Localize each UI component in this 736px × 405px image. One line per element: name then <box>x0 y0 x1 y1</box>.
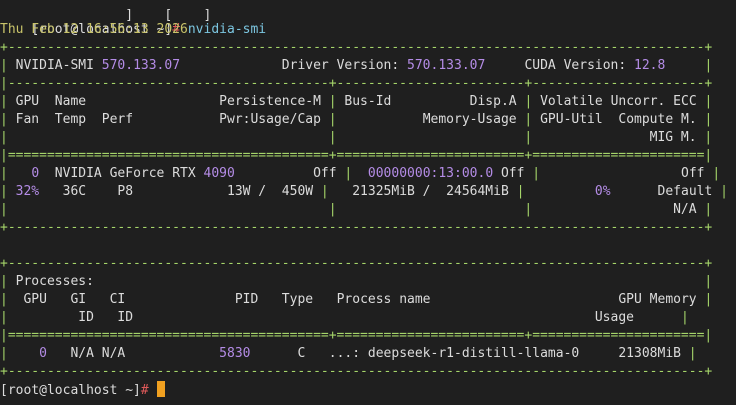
power-usage: 13W / 450W <box>227 184 314 199</box>
temperature: 36C <box>62 184 87 199</box>
column-header-row-2: | Fan Temp Perf Pwr:Usage/Cap | Memory-U… <box>0 112 713 127</box>
processes-separator: |=======================================… <box>0 328 713 343</box>
processes-header-row-2: | ID ID Usage | <box>0 310 689 325</box>
process-memory: 21308MiB <box>618 346 681 361</box>
memory-total: 24564MiB <box>446 184 509 199</box>
driver-label: Driver Version: <box>281 58 400 73</box>
gpu-row-2: | 32% 36C P8 13W / 450W | 21325MiB / 245… <box>0 184 728 199</box>
processes-title-row: | Processes: | <box>0 274 713 289</box>
command-line: [root@localhost ~]# nvidia-smi <box>0 3 266 37</box>
table-separator: |---------------------------------------… <box>0 76 713 91</box>
driver-version: 570.133.07 <box>407 58 486 73</box>
smi-label: NVIDIA-SMI <box>15 58 94 73</box>
display-active: Off <box>500 166 525 181</box>
process-ci: N/A <box>101 346 126 361</box>
gpu-index: 0 <box>31 166 40 181</box>
prompt-symbol: # <box>140 383 149 398</box>
processes-border-top: +---------------------------------------… <box>0 256 713 271</box>
gpu-name: NVIDIA GeForce RTX <box>54 166 196 181</box>
process-pid: 5830 <box>219 346 251 361</box>
process-name: ...: deepseek-r1-distill-llama-0 <box>328 346 580 361</box>
gpu-model: 4090 <box>203 166 235 181</box>
persistence-mode: Off <box>313 166 337 181</box>
table-border-top: +---------------------------------------… <box>0 40 713 55</box>
column-header-row-3: | | | MIG M. | <box>0 130 713 145</box>
memory-used: 21325MiB <box>352 184 415 199</box>
prompt: [root@localhost ~] <box>0 383 141 398</box>
cuda-version: 12.8 <box>634 58 666 73</box>
process-row: | 0 N/A N/A 5830 C ...: deepseek-r1-dist… <box>0 346 697 361</box>
text-cursor[interactable] <box>156 381 165 397</box>
process-gpu: 0 <box>39 346 47 361</box>
processes-header-row-1: | GPU GI CI PID Type Process name GPU Me… <box>0 292 713 307</box>
timestamp: Thu Feb 12 16:56:13 2026 <box>0 22 188 37</box>
cuda-label: CUDA Version: <box>524 58 627 73</box>
smi-header-row: | NVIDIA-SMI 570.133.07 Driver Version: … <box>0 58 713 73</box>
processes-border-bottom: +---------------------------------------… <box>0 364 713 379</box>
input-line[interactable]: [root@localhost ~]# <box>0 381 165 399</box>
table-border-bottom: +---------------------------------------… <box>0 220 713 235</box>
bus-id: 00000000 <box>367 166 431 181</box>
gpu-util: 0% <box>594 184 611 199</box>
column-header-row-1: | GPU Name Persistence-M | Bus-Id Disp.A… <box>0 94 713 109</box>
process-gi: N/A <box>70 346 94 361</box>
smi-version: 570.133.07 <box>101 58 181 73</box>
gpu-row-1: | 0 NVIDIA GeForce RTX 4090 Off | 000000… <box>0 166 721 181</box>
mig-mode: N/A <box>673 202 697 217</box>
table-separator-double: |=======================================… <box>0 148 713 163</box>
perf-state: P8 <box>117 184 134 199</box>
fan-speed: 32% <box>15 184 40 199</box>
command-text: nvidia-smi <box>180 22 267 37</box>
ecc-status: Off <box>681 166 705 181</box>
compute-mode: Default <box>657 184 713 199</box>
bus-id-rest: :13:00.0 <box>430 166 494 181</box>
processes-title: Processes: <box>15 274 94 289</box>
gpu-row-3: | | | N/A | <box>0 202 713 217</box>
terminal-window[interactable]: ] [ ] [root@localhost ~]# nvidia-smi Thu… <box>0 0 736 405</box>
